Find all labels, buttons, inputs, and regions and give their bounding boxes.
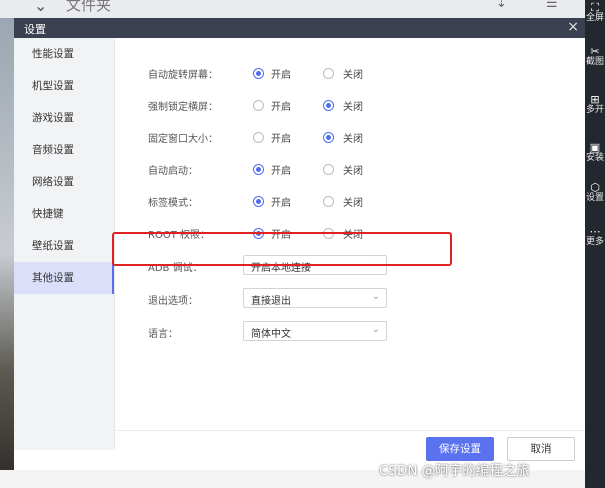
save-settings-button[interactable]: 保存设置	[426, 437, 494, 461]
chevron-down-icon: ⌄	[371, 324, 380, 335]
folder-title: 文件夹	[66, 0, 112, 14]
toolbar-screenshot[interactable]: ✂ 截图	[585, 46, 605, 68]
adb-debug-select[interactable]: 开启本地连接 ⌄	[243, 255, 387, 275]
toolbar-settings[interactable]: ⬡ 设置	[585, 182, 605, 204]
watermark-text: CSDN @阿宇的编程之旅	[379, 463, 530, 479]
option-label: 固定窗口大小：	[148, 134, 218, 145]
select-value: 简体中文	[251, 329, 291, 340]
sidebar-item-other[interactable]: 其他设置	[14, 262, 114, 294]
chevron-down-icon: ⌄	[34, 0, 48, 15]
radio-on[interactable]	[253, 164, 264, 175]
radio-off[interactable]	[323, 100, 334, 111]
sidebar-item-performance[interactable]: 性能设置	[14, 38, 114, 70]
close-icon[interactable]: ×	[567, 19, 579, 35]
chevron-down-icon: ⌄	[371, 291, 380, 302]
radio-off-label: 关闭	[343, 70, 363, 81]
radio-off[interactable]	[323, 132, 334, 143]
toolbar-label: 更多	[585, 237, 604, 247]
chevron-down-icon: ⌄	[371, 258, 380, 269]
radio-off[interactable]	[323, 164, 334, 175]
radio-on[interactable]	[253, 196, 264, 207]
toolbar-label: 全屏	[585, 13, 604, 23]
sidebar-item-device-model[interactable]: 机型设置	[14, 70, 114, 102]
radio-on-label: 开启	[271, 166, 291, 177]
select-value: 直接退出	[251, 296, 291, 307]
radio-on[interactable]	[253, 132, 264, 143]
settings-sidebar: 性能设置 机型设置 游戏设置 音频设置 网络设置 快捷键 壁纸设置 其他设置	[14, 38, 115, 450]
select-label: 语言：	[148, 329, 178, 340]
radio-off-label: 关闭	[343, 198, 363, 209]
cancel-button[interactable]: 取消	[507, 437, 575, 461]
radio-on[interactable]	[253, 228, 264, 239]
select-label: ADB 调试：	[148, 263, 203, 274]
radio-on[interactable]	[253, 100, 264, 111]
toolbar-fullscreen[interactable]: ⛶ 全屏	[585, 2, 605, 24]
fullscreen-icon: ⛶	[591, 1, 599, 14]
select-label: 退出选项：	[148, 296, 198, 307]
sidebar-item-shortcuts[interactable]: 快捷键	[14, 198, 114, 230]
sidebar-item-game[interactable]: 游戏设置	[14, 102, 114, 134]
scissors-icon: ✂	[590, 45, 600, 58]
toolbar-multi-open[interactable]: ⊞ 多开	[585, 94, 605, 116]
option-label: 自动旋转屏幕：	[148, 70, 218, 81]
apk-install-icon: ▣	[589, 141, 601, 154]
right-toolbar: ⛶ 全屏 ✂ 截图 ⊞ 多开 ▣ 安装 ⬡ 设置 ⋯ 更多	[585, 0, 605, 488]
radio-on-label: 开启	[271, 198, 291, 209]
more-icon: ⋯	[589, 225, 601, 238]
settings-content: 自动旋转屏幕： 开启 关闭 强制锁定横屏： 开启 关闭 固定窗口大小： 开启 关…	[115, 38, 585, 450]
radio-on-label: 开启	[271, 230, 291, 241]
option-label: ROOT 权限：	[148, 230, 210, 241]
toolbar-label: 多开	[585, 105, 604, 115]
select-value: 开启本地连接	[251, 263, 311, 274]
background-app-header: ⌄ 文件夹 ⇣ ☰	[0, 0, 605, 18]
dialog-titlebar: 设置 ×	[14, 18, 585, 38]
radio-off[interactable]	[323, 196, 334, 207]
multi-open-icon: ⊞	[590, 93, 600, 106]
sidebar-item-wallpaper[interactable]: 壁纸设置	[14, 230, 114, 262]
radio-on-label: 开启	[271, 70, 291, 81]
radio-off-label: 关闭	[343, 230, 363, 241]
toolbar-label: 设置	[585, 193, 604, 203]
background-wallpaper	[0, 18, 14, 488]
dialog-title: 设置	[24, 23, 46, 36]
option-label: 自动启动：	[148, 166, 198, 177]
toolbar-label: 安装	[585, 153, 604, 163]
sort-icon: ⇣	[496, 0, 507, 11]
radio-off-label: 关闭	[343, 166, 363, 177]
sidebar-item-audio[interactable]: 音频设置	[14, 134, 114, 166]
toolbar-install[interactable]: ▣ 安装	[585, 142, 605, 164]
language-select[interactable]: 简体中文 ⌄	[243, 321, 387, 341]
radio-off[interactable]	[323, 68, 334, 79]
exit-option-select[interactable]: 直接退出 ⌄	[243, 288, 387, 308]
option-label: 标签模式：	[148, 198, 198, 209]
sidebar-item-network[interactable]: 网络设置	[14, 166, 114, 198]
divider	[115, 430, 585, 431]
radio-off-label: 关闭	[343, 134, 363, 145]
settings-dialog: 设置 × 性能设置 机型设置 游戏设置 音频设置 网络设置 快捷键 壁纸设置 其…	[14, 18, 585, 470]
toolbar-label: 截图	[585, 57, 604, 67]
list-menu-icon: ☰	[546, 0, 558, 11]
radio-off[interactable]	[323, 228, 334, 239]
radio-on-label: 开启	[271, 102, 291, 113]
toolbar-more[interactable]: ⋯ 更多	[585, 226, 605, 248]
radio-on-label: 开启	[271, 134, 291, 145]
option-label: 强制锁定横屏：	[148, 102, 218, 113]
radio-on[interactable]	[253, 68, 264, 79]
settings-hex-icon: ⬡	[590, 181, 600, 194]
radio-off-label: 关闭	[343, 102, 363, 113]
